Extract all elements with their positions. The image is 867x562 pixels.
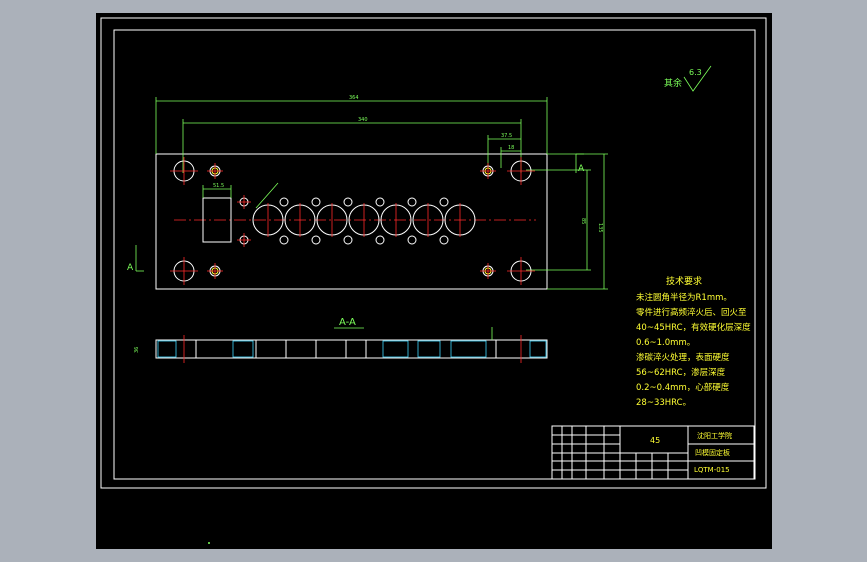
slot-screw-hole-top: [237, 195, 251, 209]
dim-height-outer: 135: [547, 153, 608, 290]
roughness-label: 其余: [664, 77, 682, 89]
pin-hole-top-right: [480, 163, 496, 179]
tech-req-line-4: 0.6~1.0mm。: [636, 338, 695, 348]
svg-text:135: 135: [597, 223, 603, 233]
title-drawing-number: LQTM-015: [694, 466, 730, 474]
svg-text:37.5: 37.5: [501, 133, 512, 139]
corner-hole-bottom-left: [170, 257, 198, 285]
tech-requirements: 技术要求 未注圆角半径为R1mm。 零件进行高频淬火后、回火至 40~45HRC…: [636, 275, 751, 408]
corner-hole-top-right: [507, 157, 535, 185]
section-title: A-A: [339, 317, 356, 328]
roughness-value: 6.3: [689, 68, 702, 77]
svg-text:18: 18: [508, 145, 514, 151]
tech-req-line-3: 40~45HRC，有效硬化层深度: [636, 322, 751, 333]
title-school: 沈阳工学院: [697, 431, 732, 440]
corner-hole-top-left: [170, 157, 198, 185]
svg-text:A: A: [127, 263, 134, 273]
corner-hole-bottom-right: [507, 257, 535, 285]
dim-hole-span: 340: [182, 117, 522, 173]
svg-text:364: 364: [349, 95, 359, 101]
dim-offset-right-2: 18: [500, 145, 521, 168]
tech-req-title: 技术要求: [666, 275, 702, 287]
dim-thickness: 36: [134, 347, 140, 353]
tech-req-line-7: 0.2~0.4mm，心部硬度: [636, 382, 730, 393]
slot-screw-hole-bottom: [237, 233, 251, 247]
tech-req-line-8: 28~33HRC。: [636, 398, 691, 408]
svg-text:85: 85: [580, 218, 586, 224]
tech-req-line-5: 渗碳淬火处理，表面硬度: [636, 352, 730, 363]
dim-slot-width: 51.5: [202, 183, 232, 198]
section-marker-left: A: [127, 245, 144, 273]
leader-line: [255, 182, 279, 209]
sheet-inner-border: [113, 29, 756, 480]
pin-hole-top-left: [207, 163, 223, 179]
tech-req-line-1: 未注圆角半径为R1mm。: [636, 292, 732, 303]
drawing-canvas: 其余 6.3 364 340 37.5 18 135 85 A A 51.5 A…: [100, 17, 767, 544]
svg-text:340: 340: [358, 117, 368, 123]
section-view: [155, 335, 548, 363]
title-material: 45: [650, 436, 660, 445]
svg-text:A: A: [578, 164, 585, 174]
pin-hole-bottom-left: [207, 263, 223, 279]
section-marker-top: A: [575, 153, 585, 174]
cad-viewport: 其余 6.3 364 340 37.5 18 135 85 A A 51.5 A…: [96, 13, 772, 549]
title-part-name: 凹模固定板: [695, 448, 730, 457]
svg-text:51.5: 51.5: [213, 183, 224, 189]
tech-req-line-6: 56~62HRC，渗层深度: [636, 367, 726, 378]
pin-hole-bottom-right: [480, 263, 496, 279]
tech-req-line-2: 零件进行高频淬火后、回火至: [636, 307, 747, 318]
cursor-dot: [208, 542, 210, 544]
